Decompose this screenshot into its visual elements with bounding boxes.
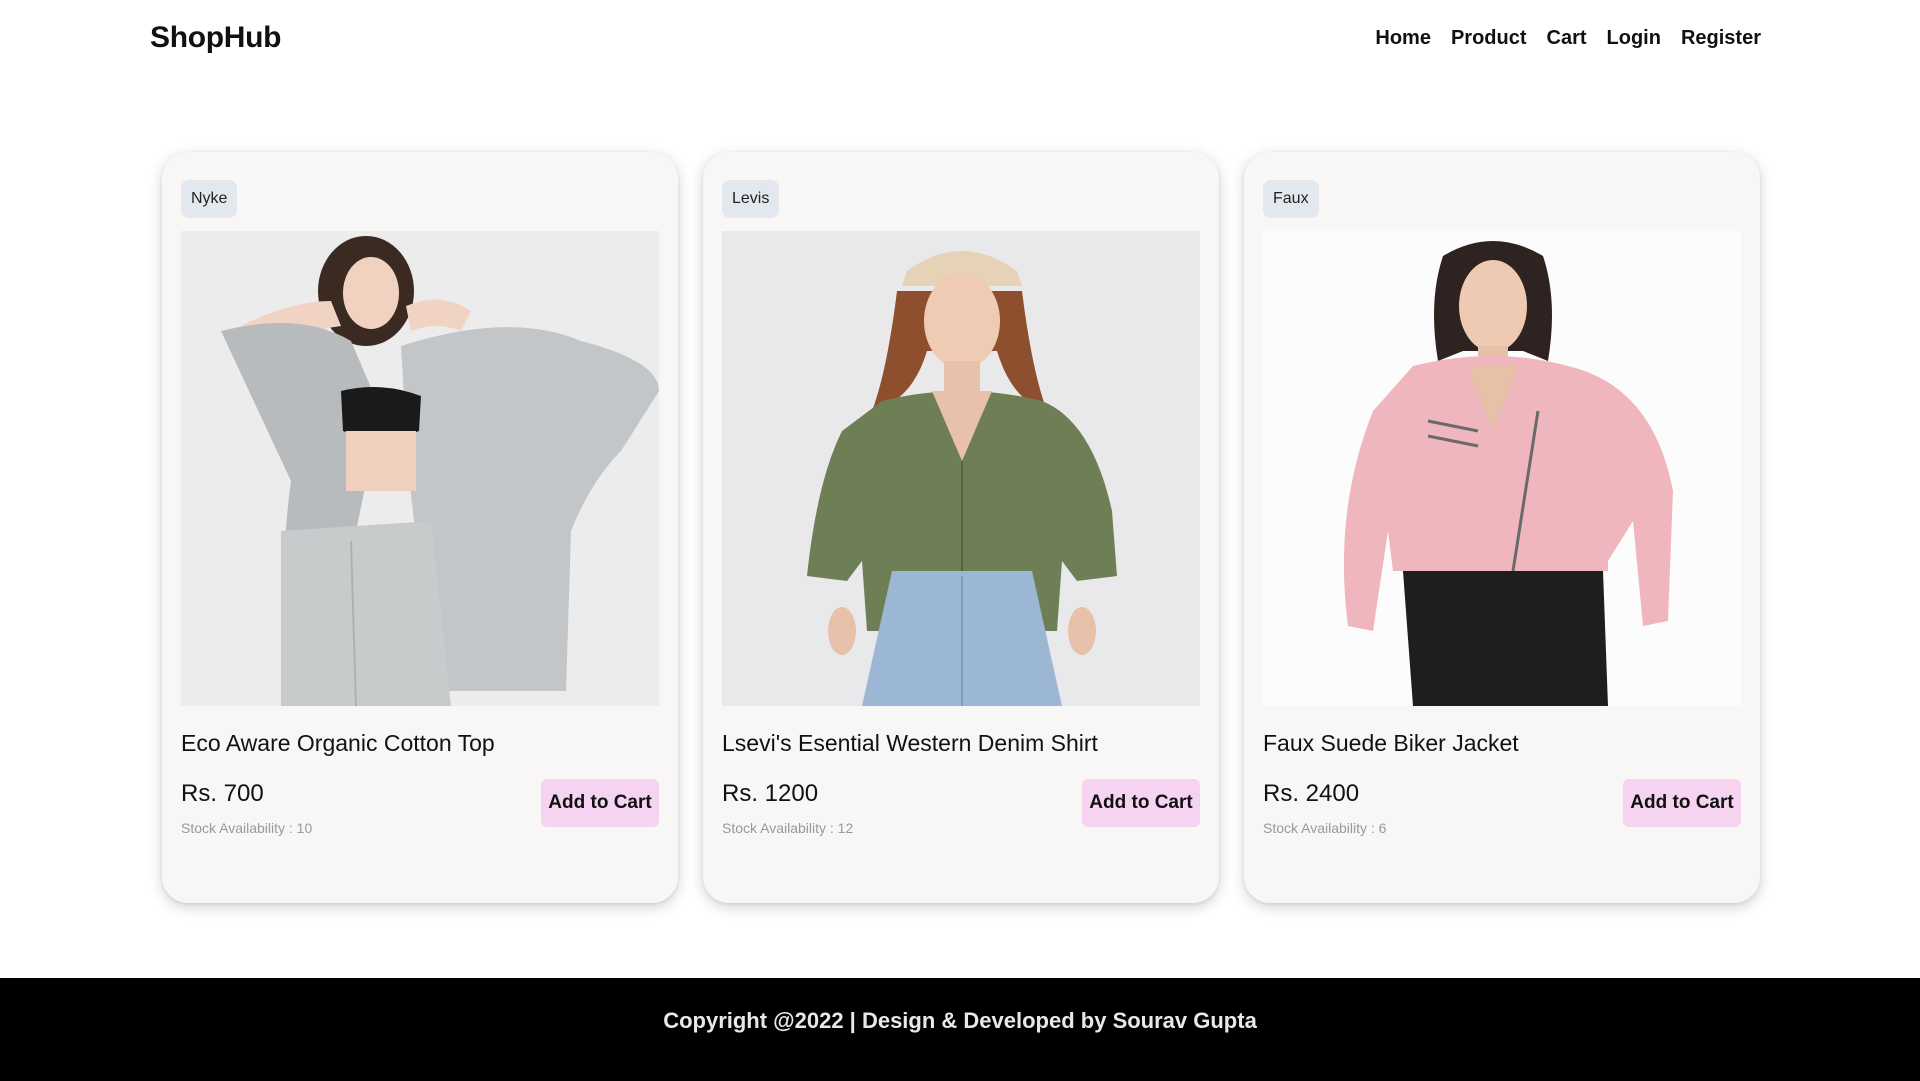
navbar: ShopHub Home Product Cart Login Register — [0, 0, 1920, 78]
product-price: Rs. 1200 — [722, 780, 819, 807]
product-price: Rs. 700 — [181, 780, 264, 807]
product-title[interactable]: Eco Aware Organic Cotton Top — [181, 730, 659, 757]
nav-product[interactable]: Product — [1451, 27, 1527, 50]
product-image[interactable] — [181, 231, 659, 706]
product-footer: Rs. 1200 Stock Availability : 12 Add to … — [722, 777, 1200, 836]
product-image[interactable] — [722, 231, 1200, 706]
copyright-text: Copyright @2022 | Design & Developed by … — [663, 1007, 1257, 1033]
product-image[interactable] — [1263, 231, 1741, 706]
product-grid: Nyke Eco Aware Organic Cotton Top Rs. 70… — [162, 152, 1760, 903]
nav-cart[interactable]: Cart — [1547, 27, 1587, 50]
nav-home[interactable]: Home — [1375, 27, 1431, 50]
nav-links: Home Product Cart Login Register — [1375, 27, 1761, 50]
footer: Copyright @2022 | Design & Developed by … — [0, 978, 1920, 1081]
product-footer: Rs. 2400 Stock Availability : 6 Add to C… — [1263, 777, 1741, 836]
add-to-cart-button[interactable]: Add to Cart — [1082, 779, 1200, 827]
product-footer: Rs. 700 Stock Availability : 10 Add to C… — [181, 777, 659, 836]
product-card: Faux Faux Suede Biker Jacket Rs. 2400 St… — [1244, 152, 1760, 903]
nav-register[interactable]: Register — [1681, 27, 1761, 50]
add-to-cart-button[interactable]: Add to Cart — [541, 779, 659, 827]
product-card: Levis Lsevi's Esential Western Denim Shi… — [703, 152, 1219, 903]
product-brand-tag: Levis — [722, 180, 780, 218]
product-title[interactable]: Lsevi's Esential Western Denim Shirt — [722, 730, 1200, 757]
add-to-cart-button[interactable]: Add to Cart — [1623, 779, 1741, 827]
stock-availability: Stock Availability : 12 — [722, 820, 854, 836]
product-price: Rs. 2400 — [1263, 780, 1360, 807]
product-brand-tag: Nyke — [181, 180, 238, 218]
site-logo[interactable]: ShopHub — [150, 21, 282, 55]
product-brand-tag: Faux — [1263, 180, 1319, 218]
stock-availability: Stock Availability : 6 — [1263, 820, 1387, 836]
nav-login[interactable]: Login — [1607, 27, 1661, 50]
stock-availability: Stock Availability : 10 — [181, 820, 313, 836]
product-card: Nyke Eco Aware Organic Cotton Top Rs. 70… — [162, 152, 678, 903]
product-title[interactable]: Faux Suede Biker Jacket — [1263, 730, 1741, 757]
